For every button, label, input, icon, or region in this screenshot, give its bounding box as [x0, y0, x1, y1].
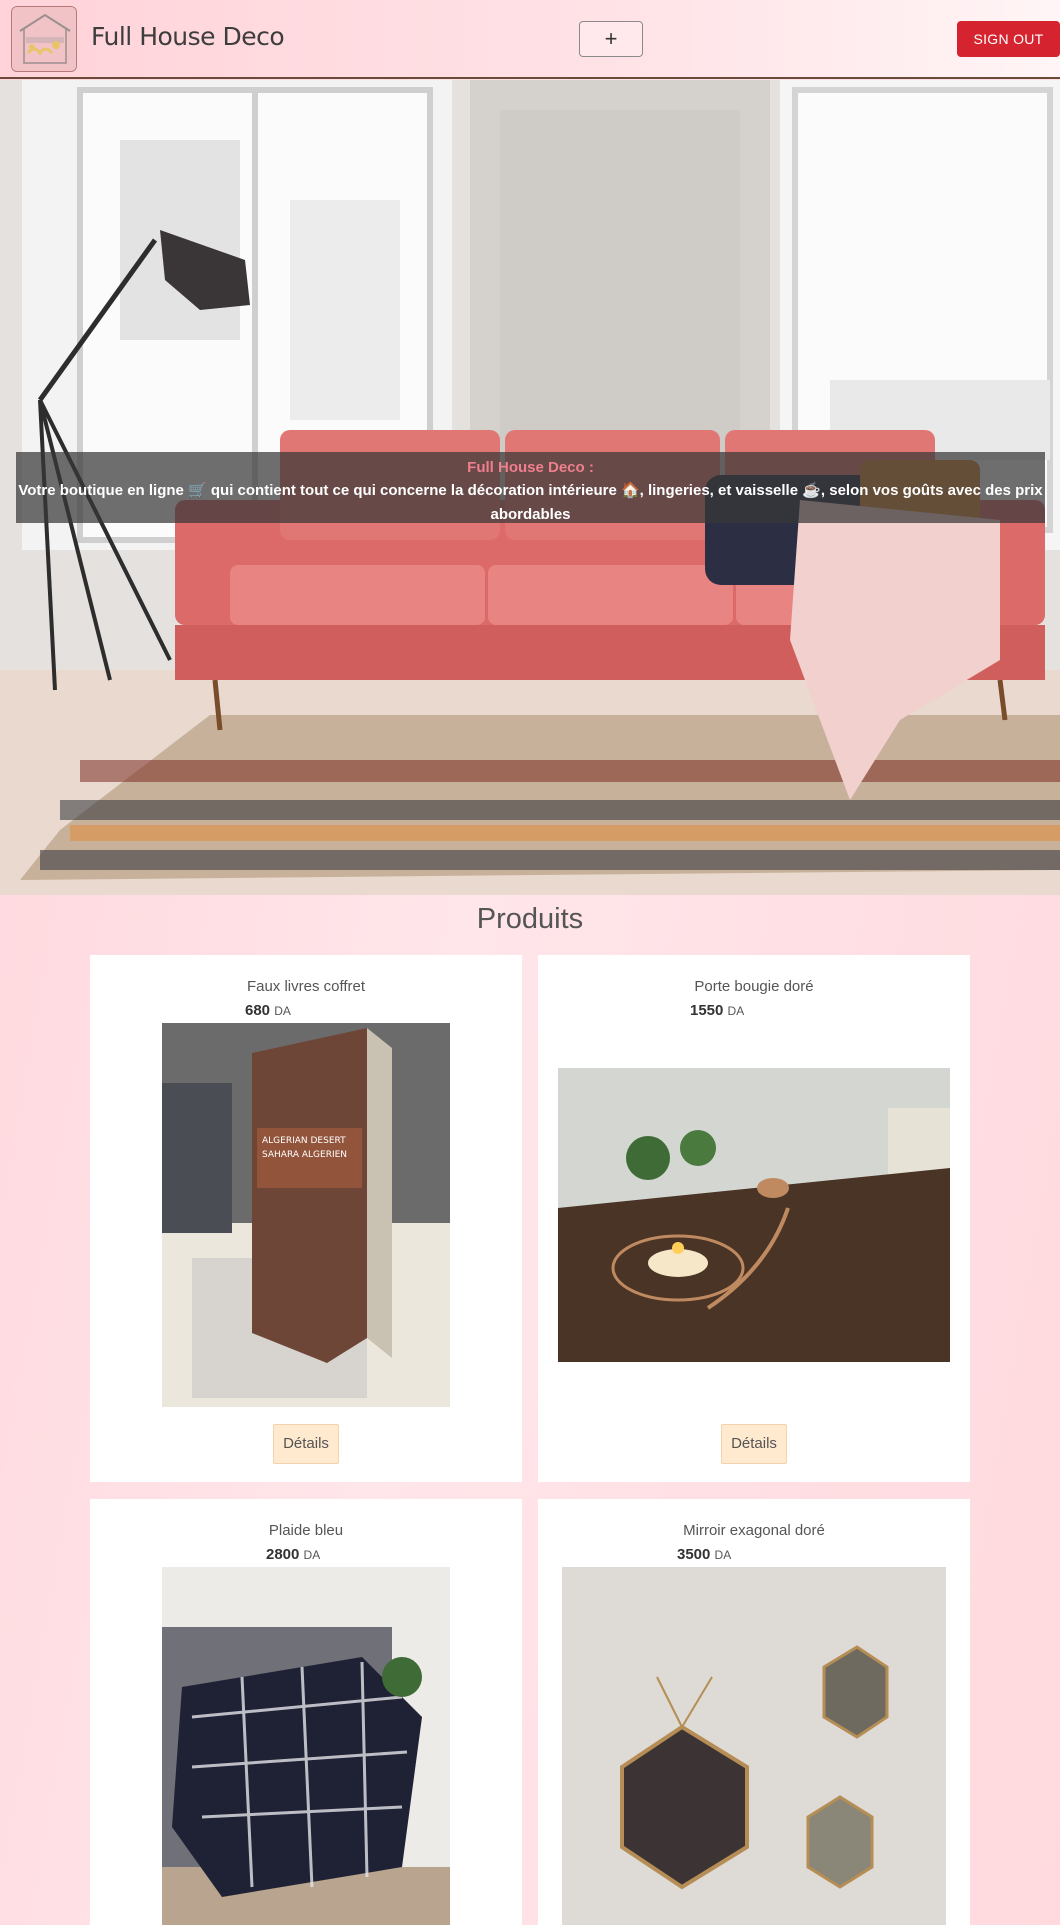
price-currency: DA	[303, 1548, 321, 1562]
product-name: Plaide bleu	[268, 1522, 344, 1539]
product-price: 2800 DA	[266, 1546, 320, 1563]
product-card[interactable]: Porte bougie doré 1550 DA Détails	[538, 955, 970, 1482]
hero-description: Votre boutique en ligne 🛒 qui contient t…	[18, 482, 1043, 523]
price-value: 680	[245, 1002, 271, 1019]
product-card[interactable]: Mirroir exagonal doré 3500 DA	[538, 1499, 970, 1925]
product-name: Mirroir exagonal doré	[683, 1522, 825, 1539]
price-value: 1550	[690, 1002, 724, 1019]
hero-image: Full House Deco : Votre boutique en lign…	[0, 80, 1060, 895]
product-price: 680 DA	[245, 1002, 291, 1019]
product-price: 1550 DA	[690, 1002, 744, 1019]
product-photo[interactable]	[562, 1567, 946, 1925]
hero-title: Full House Deco :	[467, 459, 594, 476]
price-value: 2800	[266, 1546, 300, 1563]
products-title: Produits	[476, 903, 584, 935]
details-button[interactable]: Détails	[721, 1424, 787, 1464]
hero-banner: Full House Deco : Votre boutique en lign…	[16, 452, 1045, 523]
brand-logo[interactable]	[11, 6, 77, 72]
price-value: 3500	[677, 1546, 711, 1563]
sign-out-button[interactable]: SIGN OUT	[957, 21, 1060, 57]
add-button[interactable]: +	[579, 21, 643, 57]
product-photo[interactable]: ALGERIAN DESERT SAHARA ALGERIEN	[162, 1023, 450, 1407]
product-card[interactable]: Plaide bleu 2800 DA	[90, 1499, 522, 1925]
price-currency: DA	[727, 1004, 745, 1018]
price-currency: DA	[274, 1004, 291, 1018]
brand-name[interactable]: Full House Deco	[91, 22, 285, 51]
top-navbar: Full House Deco + SIGN OUT	[0, 0, 1060, 79]
product-photo[interactable]	[162, 1567, 450, 1925]
product-name: Faux livres coffret	[246, 978, 366, 995]
svg-text:SAHARA ALGERIEN: SAHARA ALGERIEN	[262, 1150, 347, 1160]
price-currency: DA	[714, 1548, 732, 1562]
svg-text:ALGERIAN DESERT: ALGERIAN DESERT	[262, 1136, 346, 1146]
details-button[interactable]: Détails	[273, 1424, 339, 1464]
product-card[interactable]: Faux livres coffret 680 DA ALGERIAN DESE…	[90, 955, 522, 1482]
product-photo[interactable]	[558, 1068, 950, 1362]
product-name: Porte bougie doré	[694, 978, 814, 995]
product-price: 3500 DA	[677, 1546, 731, 1563]
